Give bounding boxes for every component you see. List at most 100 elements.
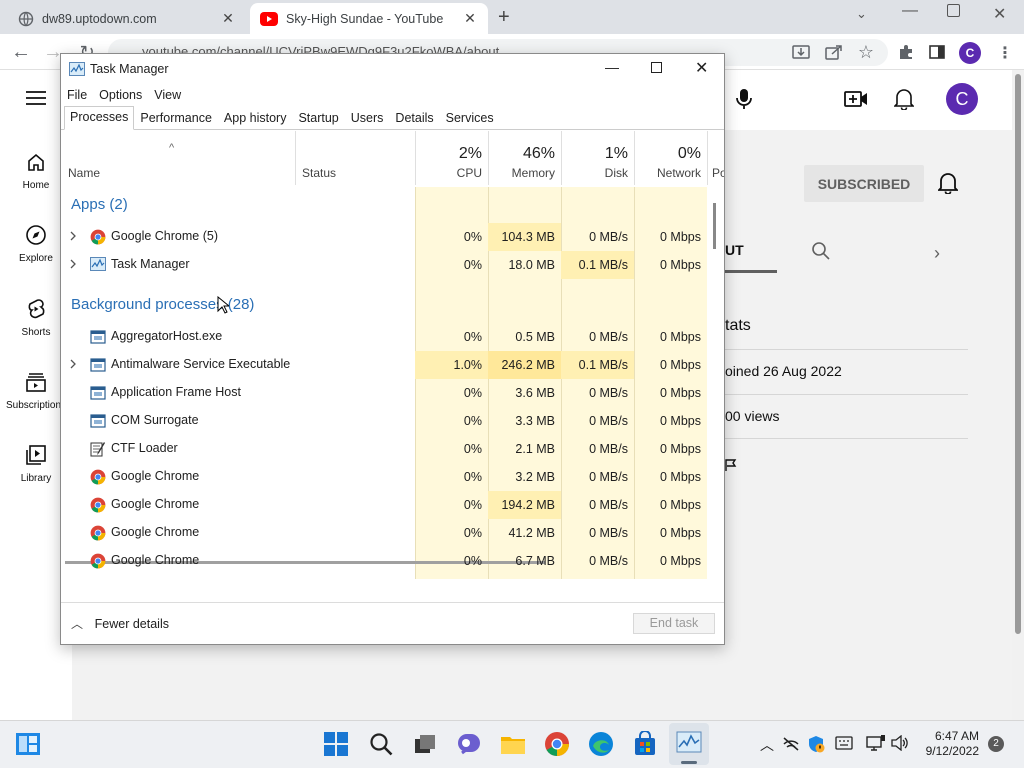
task-manager-titlebar[interactable]: Task Manager — ✕ — [61, 54, 724, 84]
process-row[interactable]: Google Chrome 0% 3.2 MB 0 MB/s 0 Mbps — [61, 463, 724, 491]
process-row[interactable]: Google Chrome 0% 41.2 MB 0 MB/s 0 Mbps — [61, 519, 724, 547]
divider — [725, 438, 968, 439]
browser-profile-avatar[interactable]: C — [959, 42, 981, 64]
task-view-icon[interactable] — [412, 731, 438, 757]
keyboard-icon[interactable] — [835, 736, 853, 750]
column-header-disk[interactable]: 1% Disk — [561, 131, 634, 185]
browser-tab-uptodown[interactable]: dw89.uptodown.com ✕ — [8, 3, 246, 34]
process-cpu-value: 0% — [463, 526, 482, 540]
edge-icon[interactable] — [588, 731, 614, 757]
notification-count-badge[interactable]: 2 — [988, 736, 1004, 752]
column-header-cpu[interactable]: 2% CPU — [415, 131, 488, 185]
column-header-status[interactable]: Status — [295, 131, 415, 185]
page-scrollbar[interactable] — [1012, 70, 1024, 720]
tab-users[interactable]: Users — [345, 107, 390, 129]
column-header-network[interactable]: 0% Network — [634, 131, 707, 185]
column-header-power[interactable]: Po — [707, 131, 724, 185]
flag-icon[interactable] — [725, 459, 737, 471]
process-row[interactable]: CTF Loader 0% 2.1 MB 0 MB/s 0 Mbps — [61, 435, 724, 463]
end-task-button[interactable]: End task — [633, 613, 715, 634]
security-warning-icon[interactable] — [807, 735, 825, 753]
tab-app-history[interactable]: App history — [218, 107, 293, 129]
menu-view[interactable]: View — [148, 88, 187, 102]
share-icon[interactable] — [823, 41, 845, 63]
tab-processes[interactable]: Processes — [64, 106, 135, 130]
tab-details[interactable]: Details — [389, 107, 439, 129]
process-network-value: 0 Mbps — [660, 470, 701, 484]
tab-about[interactable]: UT — [725, 242, 744, 258]
tm-maximize-button[interactable] — [651, 62, 662, 73]
notifications-bell-icon[interactable] — [894, 88, 914, 110]
volume-icon[interactable] — [891, 735, 909, 751]
close-tab-icon[interactable]: ✕ — [220, 10, 236, 27]
clock[interactable]: 6:47 AM 9/12/2022 — [919, 729, 979, 759]
process-name: Task Manager — [111, 257, 190, 271]
chrome-icon — [90, 525, 106, 541]
bookmark-star-icon[interactable]: ☆ — [855, 41, 877, 63]
new-tab-button[interactable]: + — [498, 6, 510, 29]
teams-chat-icon[interactable] — [456, 731, 482, 757]
youtube-profile-avatar[interactable]: C — [946, 83, 978, 115]
process-row[interactable]: Google Chrome 0% 6.7 MB 0 MB/s 0 Mbps — [61, 547, 724, 575]
process-row[interactable]: Application Frame Host 0% 3.6 MB 0 MB/s 0 Mb… — [61, 379, 724, 407]
fewer-details-button[interactable]: ︿ Fewer details — [71, 615, 169, 632]
menu-file[interactable]: File — [61, 88, 93, 102]
scrollbar-thumb[interactable] — [1015, 74, 1021, 634]
browser-tab-youtube[interactable]: Sky-High Sundae - YouTube ✕ — [250, 3, 488, 34]
microsoft-store-icon[interactable] — [632, 731, 658, 757]
search-icon[interactable] — [368, 731, 394, 757]
column-header-name[interactable]: Name — [61, 131, 295, 185]
show-hidden-icons-chevron-icon[interactable]: ︿ — [760, 735, 774, 755]
service-icon — [90, 413, 106, 429]
start-menu-icon[interactable] — [323, 731, 349, 757]
menu-options[interactable]: Options — [93, 88, 148, 102]
expand-chevron-icon[interactable] — [69, 230, 79, 242]
tab-performance[interactable]: Performance — [134, 107, 218, 129]
process-disk-value: 0 MB/s — [589, 470, 628, 484]
tab-services[interactable]: Services — [440, 107, 500, 129]
extensions-icon[interactable] — [895, 41, 917, 63]
expand-chevron-icon[interactable] — [69, 358, 79, 370]
network-off-icon[interactable] — [782, 736, 800, 752]
back-button[interactable]: ← — [10, 41, 32, 63]
restore-button[interactable] — [947, 4, 960, 17]
process-network-value: 0 Mbps — [660, 526, 701, 540]
side-panel-icon[interactable] — [926, 41, 948, 63]
process-table: ^ Name Status 2% CPU 46% Memory 1% Disk … — [61, 131, 724, 579]
process-row[interactable]: AggregatorHost.exe 0% 0.5 MB 0 MB/s 0 Mbps — [61, 323, 724, 351]
close-window-button[interactable]: ✕ — [993, 4, 1006, 24]
process-memory-value: 2.1 MB — [515, 442, 555, 456]
process-row[interactable]: COM Surrogate 0% 3.3 MB 0 MB/s 0 Mbps — [61, 407, 724, 435]
notification-settings-bell-icon[interactable] — [938, 172, 958, 194]
browser-menu-icon[interactable]: ⋮ — [997, 43, 1013, 63]
tm-minimize-button[interactable]: — — [605, 59, 619, 75]
install-app-icon[interactable] — [790, 41, 812, 63]
minimize-button[interactable]: — — [902, 2, 918, 20]
widgets-icon[interactable] — [15, 731, 41, 757]
chrome-icon — [90, 497, 106, 513]
chrome-taskbar-icon[interactable] — [544, 731, 570, 757]
close-tab-icon[interactable]: ✕ — [462, 10, 478, 27]
expand-chevron-icon[interactable] — [69, 258, 79, 270]
chevron-right-icon[interactable]: › — [934, 243, 940, 264]
subscribed-button[interactable]: SUBSCRIBED — [804, 165, 924, 202]
process-row[interactable]: Google Chrome 0% 194.2 MB 0 MB/s 0 Mbps — [61, 491, 724, 519]
process-row[interactable]: Google Chrome (5) 0% 104.3 MB 0 MB/s 0 Mbps — [61, 223, 724, 251]
process-cpu-value: 0% — [463, 470, 482, 484]
create-video-icon[interactable] — [844, 89, 868, 109]
process-cpu-value: 0% — [463, 258, 482, 272]
tm-close-button[interactable]: ✕ — [695, 58, 708, 78]
tab-startup[interactable]: Startup — [292, 107, 344, 129]
column-header-memory[interactable]: 46% Memory — [488, 131, 561, 185]
hamburger-menu-icon[interactable] — [26, 90, 46, 106]
tab-search-icon[interactable]: ⌄ — [856, 6, 867, 22]
display-icon[interactable] — [866, 735, 886, 751]
process-row[interactable]: Task Manager 0% 18.0 MB 0.1 MB/s 0 Mbps — [61, 251, 724, 279]
service-icon — [90, 357, 106, 373]
file-explorer-icon[interactable] — [500, 731, 526, 757]
voice-search-icon[interactable] — [736, 88, 752, 110]
process-row[interactable]: Antimalware Service Executable 1.0% 246.2 … — [61, 351, 724, 379]
task-manager-taskbar-button[interactable] — [669, 723, 709, 765]
process-network-value: 0 Mbps — [660, 258, 701, 272]
channel-search-icon[interactable] — [812, 242, 830, 260]
